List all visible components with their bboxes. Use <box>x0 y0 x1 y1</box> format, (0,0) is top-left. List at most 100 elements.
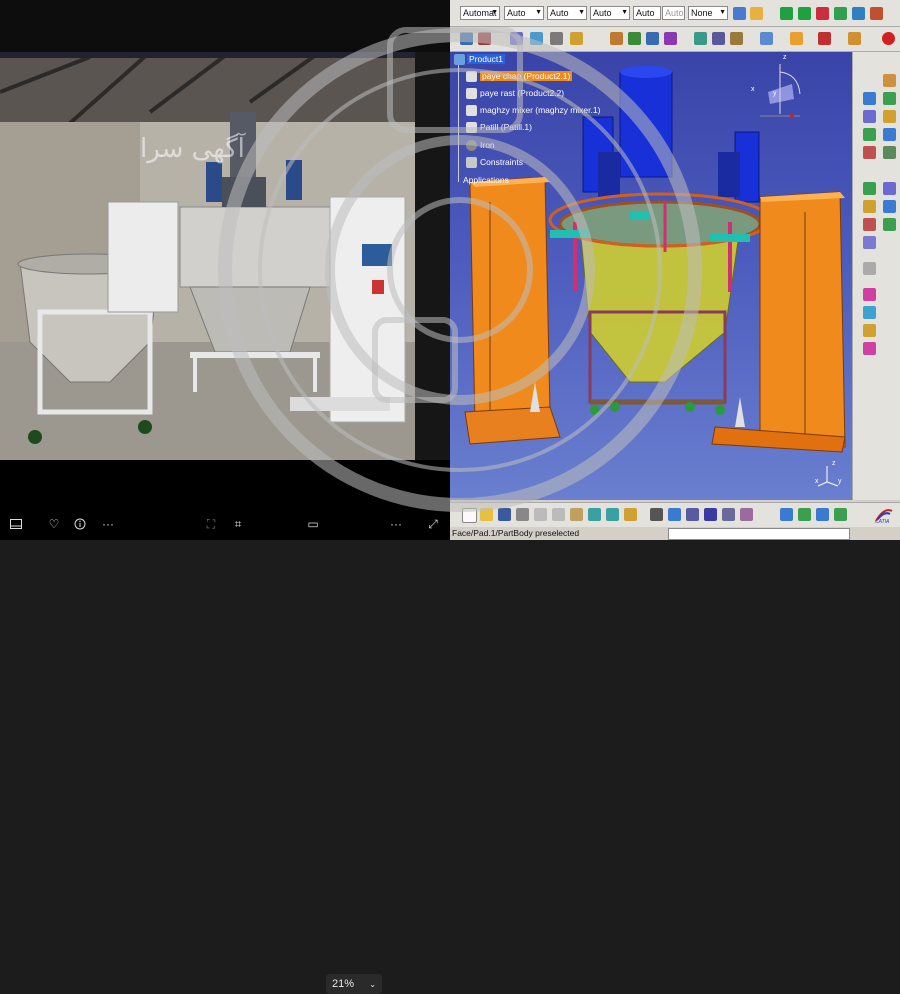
print-icon[interactable] <box>516 508 529 521</box>
whats-this-icon[interactable] <box>624 508 637 521</box>
scan-icon[interactable]: ⌗ <box>230 516 246 532</box>
product-icon <box>454 54 465 65</box>
tree-item-maghzy-mixer[interactable]: maghzy mixer (maghzy mixer.1) <box>480 105 600 115</box>
tree-item-paye-rast[interactable]: paye rast (Product2.2) <box>480 88 564 98</box>
sectioning-icon[interactable] <box>863 288 876 301</box>
zoom-view-icon[interactable] <box>834 508 847 521</box>
angle-icon[interactable] <box>883 110 896 123</box>
graph-tree-icon[interactable] <box>712 32 725 45</box>
options-icon[interactable] <box>848 32 861 45</box>
manipulation-icon[interactable] <box>760 32 773 45</box>
new-product-icon[interactable] <box>628 32 641 45</box>
fit-all-icon[interactable] <box>780 508 793 521</box>
compass-x-label: x <box>751 86 755 93</box>
measure-icon[interactable] <box>530 32 543 45</box>
quick-constraint-icon[interactable] <box>863 146 876 159</box>
fullscreen-icon[interactable]: ⤢ <box>425 516 441 532</box>
3d-viewport[interactable]: Product1 paye chap (Product2.1) paye ras… <box>450 52 852 500</box>
tree-item-paye-chap[interactable]: paye chap (Product2.1) <box>480 71 573 81</box>
replace-icon[interactable] <box>694 32 707 45</box>
measure-between-icon[interactable] <box>863 324 876 337</box>
distance-icon[interactable] <box>863 306 876 319</box>
tree-item-constraints[interactable]: Constraints <box>480 157 523 167</box>
rotate-view-icon[interactable] <box>816 508 829 521</box>
fly-icon[interactable] <box>816 7 829 20</box>
component-icon <box>466 71 477 82</box>
offset-icon[interactable] <box>863 110 876 123</box>
select-auto-3[interactable]: Auto ▼ <box>590 6 630 20</box>
compass-icon[interactable] <box>750 54 810 124</box>
cut-icon[interactable] <box>534 508 547 521</box>
tree-trunk-line <box>458 58 459 182</box>
reorder-icon[interactable] <box>730 32 743 45</box>
existing-component-icon[interactable] <box>664 32 677 45</box>
zoom-dropdown[interactable]: 21% ⌄ <box>326 974 382 994</box>
normal-view-icon[interactable] <box>870 7 883 20</box>
clash-icon[interactable] <box>863 262 876 275</box>
add-icon[interactable] <box>883 218 896 231</box>
abc-icon[interactable] <box>550 32 563 45</box>
favorite-icon[interactable]: ♡ <box>46 516 62 532</box>
catalog-icon[interactable] <box>510 32 523 45</box>
select-icon[interactable] <box>790 32 803 45</box>
paint-icon[interactable] <box>733 7 746 20</box>
copy-icon[interactable] <box>552 508 565 521</box>
zoom-in-icon[interactable] <box>834 7 847 20</box>
knowledge-icon[interactable] <box>668 508 681 521</box>
assembly-constraint-icon[interactable] <box>883 74 896 87</box>
select-auto-2[interactable]: Auto ▼ <box>547 6 587 20</box>
select-automat[interactable]: Automat ▼ <box>460 6 500 20</box>
select-none[interactable]: None ▼ <box>688 6 728 20</box>
remove-icon[interactable] <box>863 236 876 249</box>
pdf-icon[interactable] <box>818 32 831 45</box>
contact-icon[interactable] <box>883 92 896 105</box>
save-icon[interactable] <box>498 508 511 521</box>
reuse-pattern-icon[interactable] <box>883 182 896 195</box>
hide-show-icon[interactable] <box>722 508 735 521</box>
axis-system-icon[interactable] <box>570 32 583 45</box>
pocket-icon[interactable] <box>863 218 876 231</box>
crop-icon[interactable]: ⛶ <box>203 516 219 532</box>
rotate-icon[interactable] <box>798 7 811 20</box>
info-icon[interactable] <box>72 516 88 532</box>
split-icon[interactable] <box>863 200 876 213</box>
snap-icon[interactable] <box>460 32 473 45</box>
hole-icon[interactable] <box>883 200 896 213</box>
select-auto-5[interactable]: Auto <box>662 6 685 20</box>
new-file-icon[interactable] <box>462 508 477 523</box>
more-options-icon[interactable]: ··· <box>388 516 404 532</box>
flexible-icon[interactable] <box>883 146 896 159</box>
select-auto-1[interactable]: Auto ▼ <box>504 6 544 20</box>
open-folder-icon[interactable] <box>480 508 493 521</box>
close-icon[interactable] <box>882 32 895 45</box>
swap-visible-icon[interactable] <box>740 508 753 521</box>
more-options-icon[interactable]: ··· <box>100 516 116 532</box>
update-icon[interactable] <box>863 182 876 195</box>
undo-icon[interactable] <box>588 508 601 521</box>
design-table-icon[interactable] <box>704 508 717 521</box>
filmstrip-icon[interactable] <box>8 516 24 532</box>
pan-view-icon[interactable] <box>798 508 811 521</box>
select-auto-4[interactable]: Auto <box>633 6 661 20</box>
tree-item-iron[interactable]: Iron <box>480 140 495 150</box>
tree-item-applications[interactable]: Applications <box>463 175 509 185</box>
tree-item-patill[interactable]: Patill (Patill.1) <box>480 122 532 132</box>
fit-screen-icon[interactable]: ▭ <box>305 516 321 532</box>
formula-icon[interactable] <box>650 508 663 521</box>
fix-icon[interactable] <box>863 128 876 141</box>
new-component-icon[interactable] <box>610 32 623 45</box>
redo-icon[interactable] <box>606 508 619 521</box>
mixer-photo-illustration <box>0 52 450 460</box>
pan-icon[interactable] <box>780 7 793 20</box>
coincidence-icon[interactable] <box>863 92 876 105</box>
paste-icon[interactable] <box>570 508 583 521</box>
measure-item-icon[interactable] <box>863 342 876 355</box>
brush-icon[interactable] <box>750 7 763 20</box>
zoom-out-icon[interactable] <box>852 7 865 20</box>
command-input[interactable] <box>668 528 850 540</box>
fix-together-icon[interactable] <box>883 128 896 141</box>
tree-item-root[interactable]: Product1 <box>467 54 506 64</box>
cross-icon[interactable] <box>478 32 491 45</box>
law-icon[interactable] <box>686 508 699 521</box>
new-part-icon[interactable] <box>646 32 659 45</box>
